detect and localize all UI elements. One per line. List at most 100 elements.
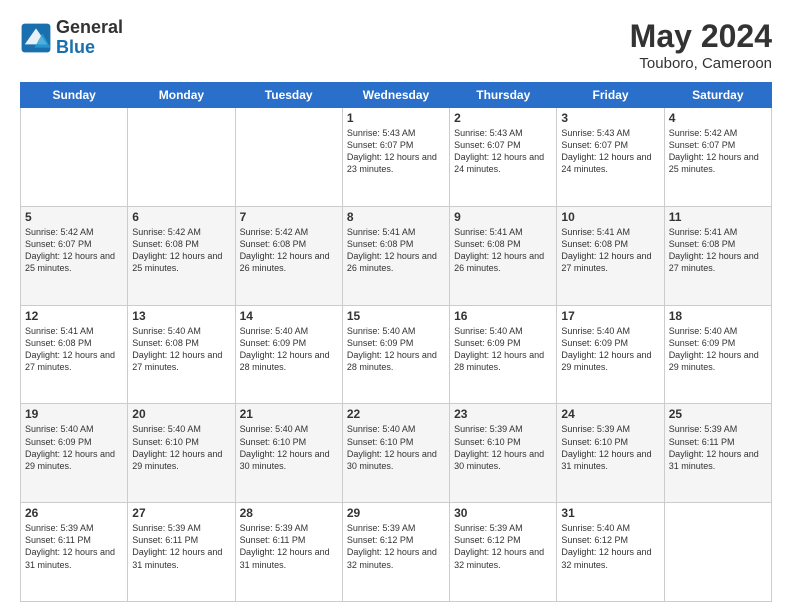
- col-tuesday: Tuesday: [235, 83, 342, 108]
- day-info: Sunrise: 5:39 AM Sunset: 6:12 PM Dayligh…: [347, 522, 445, 571]
- day-number: 13: [132, 309, 230, 323]
- day-info: Sunrise: 5:39 AM Sunset: 6:10 PM Dayligh…: [454, 423, 552, 472]
- day-info: Sunrise: 5:39 AM Sunset: 6:11 PM Dayligh…: [240, 522, 338, 571]
- calendar-cell-w2-d1: 5 Sunrise: 5:42 AM Sunset: 6:07 PM Daylig…: [21, 206, 128, 305]
- day-info: Sunrise: 5:40 AM Sunset: 6:09 PM Dayligh…: [25, 423, 123, 472]
- day-info: Sunrise: 5:40 AM Sunset: 6:10 PM Dayligh…: [132, 423, 230, 472]
- day-number: 28: [240, 506, 338, 520]
- day-number: 10: [561, 210, 659, 224]
- calendar-cell-w2-d6: 10 Sunrise: 5:41 AM Sunset: 6:08 PM Dayli…: [557, 206, 664, 305]
- calendar-cell-w3-d5: 16 Sunrise: 5:40 AM Sunset: 6:09 PM Dayli…: [450, 305, 557, 404]
- day-info: Sunrise: 5:42 AM Sunset: 6:07 PM Dayligh…: [669, 127, 767, 176]
- day-info: Sunrise: 5:39 AM Sunset: 6:11 PM Dayligh…: [25, 522, 123, 571]
- day-number: 18: [669, 309, 767, 323]
- day-info: Sunrise: 5:42 AM Sunset: 6:07 PM Dayligh…: [25, 226, 123, 275]
- day-info: Sunrise: 5:41 AM Sunset: 6:08 PM Dayligh…: [454, 226, 552, 275]
- day-number: 7: [240, 210, 338, 224]
- day-info: Sunrise: 5:39 AM Sunset: 6:11 PM Dayligh…: [669, 423, 767, 472]
- calendar-cell-w5-d2: 27Sunrise: 5:39 AM Sunset: 6:11 PM Dayli…: [128, 503, 235, 602]
- header: General Blue May 2024 Touboro, Cameroon: [20, 18, 772, 72]
- calendar-cell-w1-d1: [21, 108, 128, 207]
- calendar-cell-w4-d5: 23 Sunrise: 5:39 AM Sunset: 6:10 PM Dayli…: [450, 404, 557, 503]
- day-info: Sunrise: 5:40 AM Sunset: 6:09 PM Dayligh…: [669, 325, 767, 374]
- day-info: Sunrise: 5:41 AM Sunset: 6:08 PM Dayligh…: [347, 226, 445, 275]
- calendar-cell-w2-d2: 6 Sunrise: 5:42 AM Sunset: 6:08 PM Daylig…: [128, 206, 235, 305]
- calendar-cell-w1-d4: 1 Sunrise: 5:43 AM Sunset: 6:07 PM Daylig…: [342, 108, 449, 207]
- calendar-cell-w2-d5: 9 Sunrise: 5:41 AM Sunset: 6:08 PM Daylig…: [450, 206, 557, 305]
- day-number: 4: [669, 111, 767, 125]
- day-number: 23: [454, 407, 552, 421]
- day-number: 1: [347, 111, 445, 125]
- day-number: 14: [240, 309, 338, 323]
- calendar-cell-w5-d7: [664, 503, 771, 602]
- day-number: 17: [561, 309, 659, 323]
- logo: General Blue: [20, 18, 123, 58]
- day-info: Sunrise: 5:40 AM Sunset: 6:09 PM Dayligh…: [240, 325, 338, 374]
- day-number: 24: [561, 407, 659, 421]
- day-number: 20: [132, 407, 230, 421]
- col-wednesday: Wednesday: [342, 83, 449, 108]
- day-number: 21: [240, 407, 338, 421]
- day-info: Sunrise: 5:40 AM Sunset: 6:12 PM Dayligh…: [561, 522, 659, 571]
- calendar-cell-w3-d3: 14 Sunrise: 5:40 AM Sunset: 6:09 PM Dayli…: [235, 305, 342, 404]
- calendar-cell-w3-d1: 12 Sunrise: 5:41 AM Sunset: 6:08 PM Dayli…: [21, 305, 128, 404]
- col-friday: Friday: [557, 83, 664, 108]
- day-number: 26: [25, 506, 123, 520]
- calendar-cell-w1-d3: [235, 108, 342, 207]
- col-monday: Monday: [128, 83, 235, 108]
- calendar-cell-w4-d3: 21Sunrise: 5:40 AM Sunset: 6:10 PM Dayli…: [235, 404, 342, 503]
- day-info: Sunrise: 5:40 AM Sunset: 6:09 PM Dayligh…: [454, 325, 552, 374]
- day-number: 9: [454, 210, 552, 224]
- day-number: 30: [454, 506, 552, 520]
- day-number: 16: [454, 309, 552, 323]
- calendar-cell-w4-d2: 20 Sunrise: 5:40 AM Sunset: 6:10 PM Dayli…: [128, 404, 235, 503]
- calendar-cell-w1-d2: [128, 108, 235, 207]
- day-number: 11: [669, 210, 767, 224]
- calendar-cell-w5-d5: 30 Sunrise: 5:39 AM Sunset: 6:12 PM Dayli…: [450, 503, 557, 602]
- day-info: Sunrise: 5:40 AM Sunset: 6:10 PM Dayligh…: [347, 423, 445, 472]
- calendar-cell-w1-d5: 2Sunrise: 5:43 AM Sunset: 6:07 PM Daylig…: [450, 108, 557, 207]
- day-info: Sunrise: 5:39 AM Sunset: 6:12 PM Dayligh…: [454, 522, 552, 571]
- day-info: Sunrise: 5:40 AM Sunset: 6:08 PM Dayligh…: [132, 325, 230, 374]
- day-number: 22: [347, 407, 445, 421]
- day-info: Sunrise: 5:39 AM Sunset: 6:11 PM Dayligh…: [132, 522, 230, 571]
- day-number: 6: [132, 210, 230, 224]
- day-number: 12: [25, 309, 123, 323]
- day-number: 19: [25, 407, 123, 421]
- calendar-cell-w3-d4: 15Sunrise: 5:40 AM Sunset: 6:09 PM Dayli…: [342, 305, 449, 404]
- calendar-cell-w5-d3: 28 Sunrise: 5:39 AM Sunset: 6:11 PM Dayli…: [235, 503, 342, 602]
- day-info: Sunrise: 5:43 AM Sunset: 6:07 PM Dayligh…: [347, 127, 445, 176]
- day-number: 3: [561, 111, 659, 125]
- day-number: 25: [669, 407, 767, 421]
- calendar-cell-w3-d2: 13 Sunrise: 5:40 AM Sunset: 6:08 PM Dayli…: [128, 305, 235, 404]
- title-block: May 2024 Touboro, Cameroon: [630, 18, 772, 72]
- calendar-cell-w4-d1: 19 Sunrise: 5:40 AM Sunset: 6:09 PM Dayli…: [21, 404, 128, 503]
- month-title: May 2024: [630, 18, 772, 55]
- calendar-cell-w5-d4: 29 Sunrise: 5:39 AM Sunset: 6:12 PM Dayli…: [342, 503, 449, 602]
- col-saturday: Saturday: [664, 83, 771, 108]
- calendar-cell-w3-d7: 18 Sunrise: 5:40 AM Sunset: 6:09 PM Dayli…: [664, 305, 771, 404]
- day-info: Sunrise: 5:41 AM Sunset: 6:08 PM Dayligh…: [25, 325, 123, 374]
- calendar-cell-w5-d1: 26 Sunrise: 5:39 AM Sunset: 6:11 PM Dayli…: [21, 503, 128, 602]
- day-number: 31: [561, 506, 659, 520]
- day-info: Sunrise: 5:40 AM Sunset: 6:09 PM Dayligh…: [347, 325, 445, 374]
- day-info: Sunrise: 5:40 AM Sunset: 6:09 PM Dayligh…: [561, 325, 659, 374]
- day-number: 5: [25, 210, 123, 224]
- calendar-week-1: 1 Sunrise: 5:43 AM Sunset: 6:07 PM Daylig…: [21, 108, 772, 207]
- calendar-cell-w4-d6: 24Sunrise: 5:39 AM Sunset: 6:10 PM Dayli…: [557, 404, 664, 503]
- day-number: 2: [454, 111, 552, 125]
- day-info: Sunrise: 5:41 AM Sunset: 6:08 PM Dayligh…: [669, 226, 767, 275]
- day-info: Sunrise: 5:42 AM Sunset: 6:08 PM Dayligh…: [132, 226, 230, 275]
- logo-blue-text: Blue: [56, 38, 123, 58]
- calendar-cell-w4-d7: 25 Sunrise: 5:39 AM Sunset: 6:11 PM Dayli…: [664, 404, 771, 503]
- calendar-week-3: 12 Sunrise: 5:41 AM Sunset: 6:08 PM Dayli…: [21, 305, 772, 404]
- calendar-cell-w4-d4: 22 Sunrise: 5:40 AM Sunset: 6:10 PM Dayli…: [342, 404, 449, 503]
- day-number: 29: [347, 506, 445, 520]
- calendar-cell-w1-d6: 3Sunrise: 5:43 AM Sunset: 6:07 PM Daylig…: [557, 108, 664, 207]
- logo-icon: [20, 22, 52, 54]
- calendar-cell-w2-d7: 11 Sunrise: 5:41 AM Sunset: 6:08 PM Dayli…: [664, 206, 771, 305]
- day-info: Sunrise: 5:41 AM Sunset: 6:08 PM Dayligh…: [561, 226, 659, 275]
- col-sunday: Sunday: [21, 83, 128, 108]
- logo-general-text: General: [56, 18, 123, 38]
- calendar: Sunday Monday Tuesday Wednesday Thursday…: [20, 82, 772, 602]
